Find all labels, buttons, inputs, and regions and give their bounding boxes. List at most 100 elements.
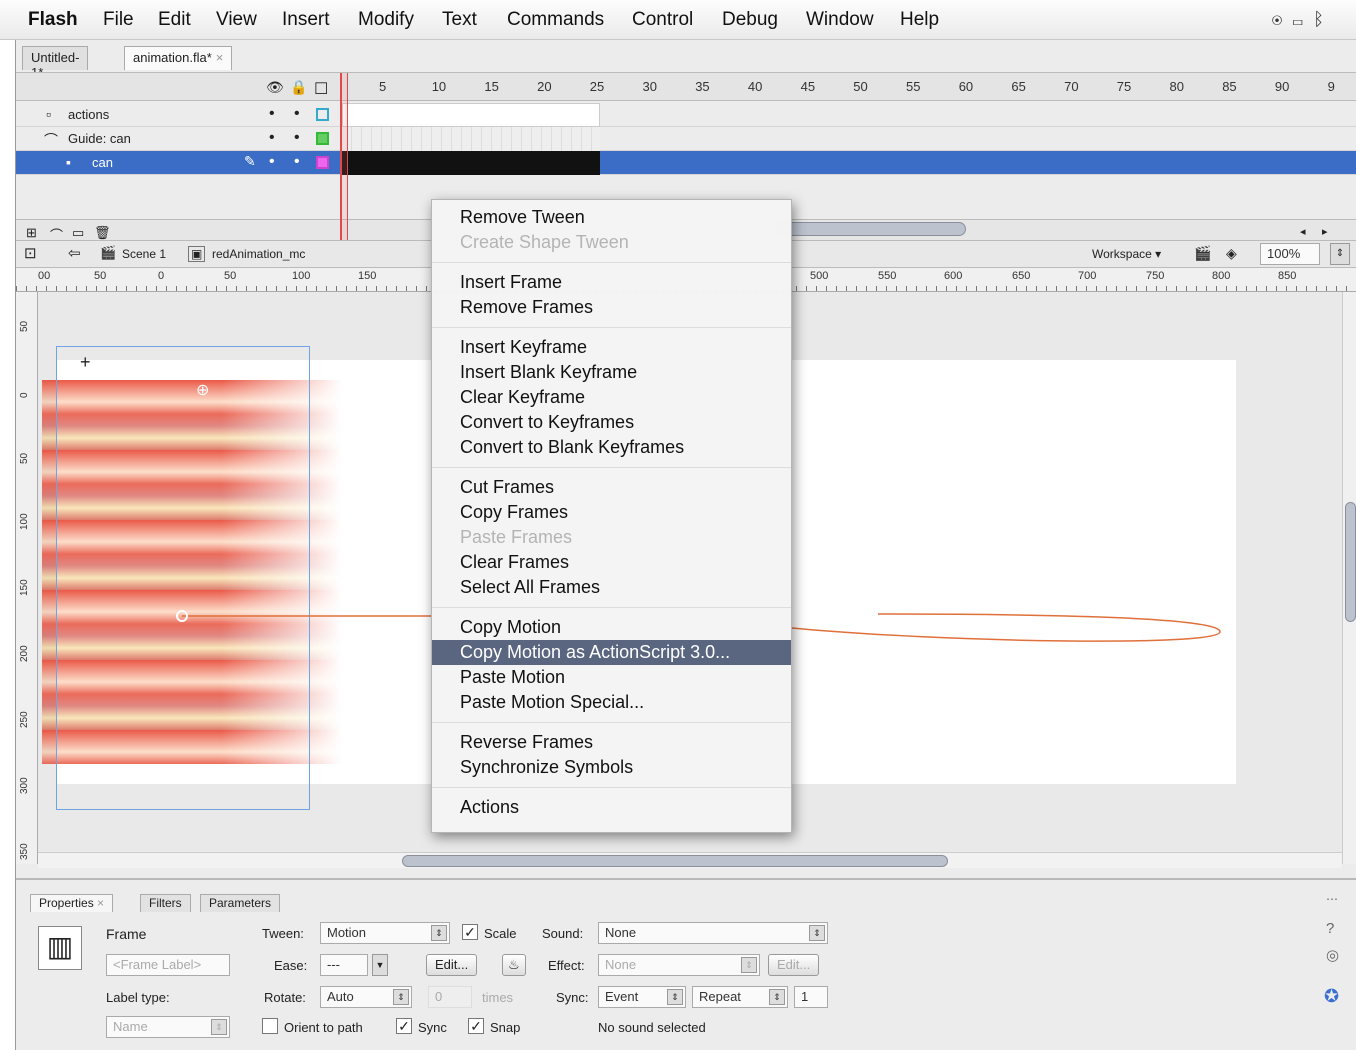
orient-to-path-checkbox[interactable] bbox=[262, 1018, 278, 1034]
eye-icon[interactable]: 👁 bbox=[266, 79, 284, 96]
layer-can[interactable]: ▪ can ✎ • • bbox=[16, 151, 1356, 175]
menu-item-convert-to-keyframes[interactable]: Convert to Keyframes bbox=[432, 410, 791, 435]
vertical-scroll-thumb[interactable] bbox=[1345, 502, 1356, 622]
tab-properties[interactable]: Properties × bbox=[30, 894, 114, 912]
zoom-field[interactable]: 100% bbox=[1260, 243, 1320, 265]
menu-item-synchronize-symbols[interactable]: Synchronize Symbols bbox=[432, 755, 791, 780]
scroll-right-icon[interactable]: ▸ bbox=[1322, 225, 1328, 238]
rotate-count-input[interactable]: 0 bbox=[428, 986, 472, 1008]
edit-in-place-icon[interactable]: ◎ bbox=[1326, 946, 1339, 964]
menu-item-copy-frames[interactable]: Copy Frames bbox=[432, 500, 791, 525]
tab-filters[interactable]: Filters bbox=[140, 894, 191, 912]
tween-select[interactable]: Motion ⇕ bbox=[320, 922, 450, 944]
breadcrumb-scene[interactable]: Scene 1 bbox=[122, 247, 166, 261]
lock-icon[interactable]: 🔒 bbox=[290, 79, 307, 96]
tab-parameters[interactable]: Parameters bbox=[200, 894, 281, 912]
help-icon[interactable]: ? bbox=[1326, 920, 1334, 937]
zoom-stepper-icon[interactable]: ⇕ bbox=[1330, 243, 1350, 265]
layer-guide-can[interactable]: ⌒ Guide: can • • bbox=[16, 127, 1356, 151]
lock-dot[interactable]: • bbox=[294, 105, 300, 123]
horizontal-scroll-thumb[interactable] bbox=[402, 855, 948, 867]
menu-commands[interactable]: Commands bbox=[507, 9, 604, 31]
tab-untitled[interactable]: Untitled-1* bbox=[22, 46, 89, 80]
outline-icon[interactable]: ☐ bbox=[314, 79, 328, 99]
back-arrow-icon[interactable]: ⇦ bbox=[68, 244, 81, 262]
new-folder-icon[interactable]: ▭ bbox=[72, 225, 84, 241]
sound-select[interactable]: None ⇕ bbox=[598, 922, 828, 944]
menu-control[interactable]: Control bbox=[632, 9, 693, 31]
visibility-dot[interactable]: • bbox=[269, 105, 275, 123]
menu-item-copy-motion-as-actionscript-3-0[interactable]: Copy Motion as ActionScript 3.0... bbox=[432, 640, 791, 665]
repeat-select[interactable]: Repeat ⇕ bbox=[692, 986, 788, 1008]
workspace-menu[interactable]: Workspace ▾ bbox=[1092, 247, 1161, 261]
panel-menu-icon[interactable]: ⋯ bbox=[1326, 892, 1338, 906]
edit-symbol-icon[interactable]: ◈ bbox=[1226, 245, 1237, 262]
accessibility-icon[interactable]: ✪ bbox=[1324, 986, 1339, 1007]
label-type-select[interactable]: Name ⇕ bbox=[106, 1016, 230, 1038]
sound-sync-select[interactable]: Event ⇕ bbox=[598, 986, 686, 1008]
bluetooth-icon[interactable]: ᛒ bbox=[1313, 9, 1334, 29]
menu-item-remove-frames[interactable]: Remove Frames bbox=[432, 295, 791, 320]
menu-app-flash[interactable]: Flash bbox=[28, 9, 78, 31]
scale-checkbox[interactable]: ✓ bbox=[462, 924, 478, 940]
layer-frames[interactable] bbox=[342, 127, 600, 151]
frame-label-input[interactable]: <Frame Label> bbox=[106, 954, 230, 976]
ease-dropdown-icon[interactable]: ▼ bbox=[372, 954, 388, 976]
menu-item-convert-to-blank-keyframes[interactable]: Convert to Blank Keyframes bbox=[432, 435, 791, 460]
close-tab-icon[interactable]: × bbox=[97, 896, 104, 910]
playhead[interactable] bbox=[340, 73, 348, 249]
scroll-left-icon[interactable]: ◂ bbox=[1300, 225, 1306, 238]
edit-scene-icon[interactable]: 🎬 bbox=[1194, 245, 1211, 262]
menu-help[interactable]: Help bbox=[900, 9, 939, 31]
close-tab-icon[interactable]: × bbox=[216, 50, 224, 65]
menu-item-clear-keyframe[interactable]: Clear Keyframe bbox=[432, 385, 791, 410]
new-layer-icon[interactable]: ⊞ bbox=[26, 225, 37, 241]
menu-view[interactable]: View bbox=[216, 9, 257, 31]
sync-checkbox[interactable]: ✓ bbox=[396, 1018, 412, 1034]
layer-frames[interactable] bbox=[342, 103, 600, 127]
menu-item-insert-frame[interactable]: Insert Frame bbox=[432, 270, 791, 295]
menu-item-paste-motion-special[interactable]: Paste Motion Special... bbox=[432, 690, 791, 715]
stage-horizontal-scrollbar[interactable] bbox=[38, 852, 1342, 868]
menu-edit[interactable]: Edit bbox=[158, 9, 191, 31]
menu-insert[interactable]: Insert bbox=[282, 9, 330, 31]
menu-item-actions[interactable]: Actions bbox=[432, 795, 791, 820]
menu-modify[interactable]: Modify bbox=[358, 9, 414, 31]
wifi-icon[interactable]: ◉ bbox=[1272, 9, 1293, 29]
ease-curve-icon[interactable]: ♨ bbox=[502, 954, 526, 976]
layer-color-box[interactable] bbox=[316, 108, 329, 121]
layer-color-box[interactable] bbox=[316, 132, 329, 145]
tab-animation[interactable]: animation.fla* × bbox=[124, 46, 233, 70]
visibility-dot[interactable]: • bbox=[269, 129, 275, 147]
ease-edit-button[interactable]: Edit... bbox=[426, 954, 478, 976]
visibility-dot[interactable]: • bbox=[269, 153, 275, 171]
lock-dot[interactable]: • bbox=[294, 153, 300, 171]
breadcrumb-symbol[interactable]: redAnimation_mc bbox=[212, 247, 305, 261]
menu-debug[interactable]: Debug bbox=[722, 9, 778, 31]
stage-vertical-scrollbar[interactable] bbox=[1342, 292, 1356, 864]
menu-text[interactable]: Text bbox=[442, 9, 477, 31]
effect-edit-button[interactable]: Edit... bbox=[768, 954, 820, 976]
menu-item-copy-motion[interactable]: Copy Motion bbox=[432, 615, 791, 640]
menu-item-clear-frames[interactable]: Clear Frames bbox=[432, 550, 791, 575]
rotate-select[interactable]: Auto ⇕ bbox=[320, 986, 412, 1008]
tween-frames[interactable] bbox=[342, 151, 600, 175]
menu-item-paste-motion[interactable]: Paste Motion bbox=[432, 665, 791, 690]
ease-input[interactable]: --- bbox=[320, 954, 368, 976]
menu-item-reverse-frames[interactable]: Reverse Frames bbox=[432, 730, 791, 755]
menu-window[interactable]: Window bbox=[806, 9, 874, 31]
timeline-scrollbar[interactable] bbox=[776, 222, 966, 236]
battery-icon[interactable]: ▭ bbox=[1292, 9, 1313, 29]
snap-checkbox[interactable]: ✓ bbox=[468, 1018, 484, 1034]
menu-item-insert-keyframe[interactable]: Insert Keyframe bbox=[432, 335, 791, 360]
pencil-icon[interactable]: ✎ bbox=[244, 153, 256, 170]
menu-item-insert-blank-keyframe[interactable]: Insert Blank Keyframe bbox=[432, 360, 791, 385]
layer-actions[interactable]: ▫ actions • • bbox=[16, 103, 1356, 127]
menu-file[interactable]: File bbox=[103, 9, 134, 31]
trash-icon[interactable]: 🗑 bbox=[94, 225, 111, 241]
menu-item-cut-frames[interactable]: Cut Frames bbox=[432, 475, 791, 500]
menu-item-select-all-frames[interactable]: Select All Frames bbox=[432, 575, 791, 600]
menu-item-remove-tween[interactable]: Remove Tween bbox=[432, 205, 791, 230]
effect-select[interactable]: None ⇕ bbox=[598, 954, 760, 976]
lock-dot[interactable]: • bbox=[294, 129, 300, 147]
